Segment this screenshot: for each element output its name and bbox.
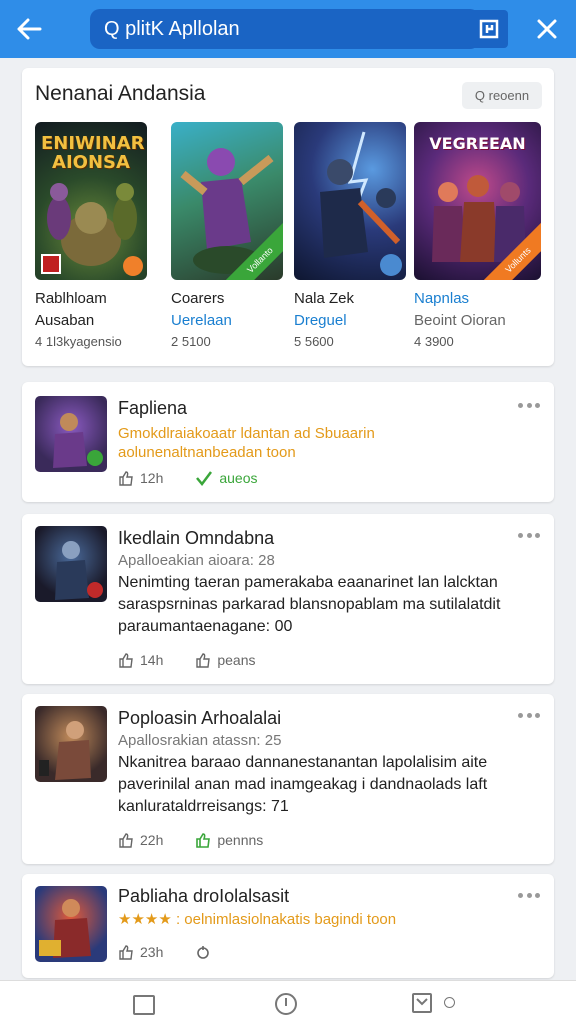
back-arrow-icon[interactable]: [10, 10, 48, 48]
item-subtitle: Gmokdlraiakoaatr ldantan ad Sbuaarin aol…: [118, 425, 375, 461]
bookmark-icon: [479, 19, 499, 39]
item-time: 12h: [140, 470, 164, 486]
item-subtitle: Apalloeakian aioara: 28: [118, 552, 275, 569]
tile-title: Napnlas: [414, 290, 470, 307]
app-badge-icon: [380, 254, 402, 276]
item-thumbnail: [35, 526, 107, 602]
bookmark-button[interactable]: [470, 10, 508, 48]
item-time: 23h: [140, 944, 164, 960]
item-title: Poploasin Arhoalalai: [118, 708, 282, 728]
like-icon: [196, 653, 211, 668]
reaction-icon: [197, 946, 210, 959]
home-icon[interactable]: [275, 993, 297, 1015]
featured-section-card: Nenanai Andansia Q reoenn ENIWINAR AIONS…: [22, 68, 554, 366]
item-time: 14h: [140, 652, 164, 668]
like-icon: [119, 833, 133, 848]
item-subtitle: ★★★★ : oelnimlasiolnakatis bagindi toon: [118, 911, 397, 928]
featured-section-title: Nenanai Andansia: [35, 82, 206, 105]
back-nav-icon[interactable]: [412, 993, 432, 1013]
more-options-icon[interactable]: [518, 890, 540, 900]
game-cover-image: VEGREEAN Vollunts: [414, 122, 541, 280]
list-item[interactable]: Fapliena Gmokdlraiakoaatr ldantan ad Sbu…: [22, 382, 554, 502]
item-thumbnail: [35, 396, 107, 472]
tile-subtitle: Beoint Oioran: [414, 312, 506, 329]
item-reactions: peans: [217, 652, 256, 668]
status-dot-icon: [444, 997, 455, 1008]
app-badge-icon: [123, 256, 143, 276]
item-subtitle: Apallosrakian atassn: 25: [118, 732, 282, 749]
top-app-bar: Q plitK Apllolan: [0, 0, 576, 58]
like-icon: [119, 471, 133, 486]
item-title: Ikedlain Omndabna: [118, 528, 275, 548]
tile-meta: 4 3900: [414, 334, 454, 349]
item-meta: 23h: [118, 944, 211, 960]
featured-tile[interactable]: Nala Zek Dreguel 5 5600: [294, 122, 406, 349]
list-item[interactable]: Pabliaha droIolalsasit ★★★★ : oelnimlasi…: [22, 874, 554, 978]
like-icon: [119, 945, 133, 960]
item-meta: 12h aueos: [118, 470, 258, 486]
search-query: Q plitK Apllolan: [104, 17, 240, 40]
close-icon[interactable]: [528, 10, 566, 48]
tile-meta: 5 5600: [294, 334, 334, 349]
search-input[interactable]: Q plitK Apllolan: [90, 9, 480, 49]
tile-subtitle: Uerelaan: [171, 312, 232, 329]
tile-title: Rablhloam: [35, 290, 107, 307]
game-cover-image: ENIWINAR AIONSA: [35, 122, 147, 280]
section-search-label: Q reoenn: [474, 88, 530, 103]
featured-tile[interactable]: ENIWINAR AIONSA Rablhloam Ausaban 4 1l3k…: [35, 122, 147, 349]
like-icon: [119, 653, 133, 668]
more-options-icon[interactable]: [518, 530, 540, 540]
more-options-icon[interactable]: [518, 400, 540, 410]
tile-meta: 4 1l3kyagensio: [35, 334, 122, 349]
featured-tile[interactable]: Vollanto Coarers Uerelaan 2 5100: [171, 122, 283, 349]
item-time: 22h: [140, 832, 164, 848]
tile-title: Nala Zek: [294, 290, 355, 307]
item-reactions: pennns: [217, 832, 264, 848]
section-search-button[interactable]: Q reoenn: [462, 82, 542, 109]
item-meta: 22h pennns: [118, 832, 263, 848]
bottom-navigation-bar: [0, 980, 576, 1024]
rating-badge-icon: [41, 254, 61, 274]
item-title: Pabliaha droIolalsasit: [118, 886, 290, 906]
like-icon-green: [196, 833, 211, 848]
tile-title: Coarers: [171, 290, 225, 307]
more-options-icon[interactable]: [518, 710, 540, 720]
tile-subtitle: Dreguel: [294, 312, 347, 329]
tile-meta: 2 5100: [171, 334, 211, 349]
item-body: Nkanitrea baraao dannanestanantan lapola…: [118, 754, 488, 815]
item-body: Nenimting taeran pamerakaba eaanarinet l…: [118, 574, 501, 635]
check-icon: [196, 471, 213, 486]
item-status: aueos: [219, 470, 258, 486]
list-item[interactable]: Ikedlain Omndabna Apalloeakian aioara: 2…: [22, 514, 554, 684]
item-thumbnail: [35, 886, 107, 962]
recent-apps-icon[interactable]: [133, 995, 155, 1015]
item-title: Fapliena: [118, 398, 188, 418]
item-thumbnail: [35, 706, 107, 782]
game-cover-image: Vollanto: [171, 122, 283, 280]
tile-subtitle: Ausaban: [35, 312, 95, 329]
game-cover-image: [294, 122, 406, 280]
item-meta: 14h peans: [118, 652, 256, 668]
featured-tile[interactable]: VEGREEAN Vollunts Napnlas Beoint Oioran …: [414, 122, 541, 349]
list-item[interactable]: Poploasin Arhoalalai Apallosrakian atass…: [22, 694, 554, 864]
